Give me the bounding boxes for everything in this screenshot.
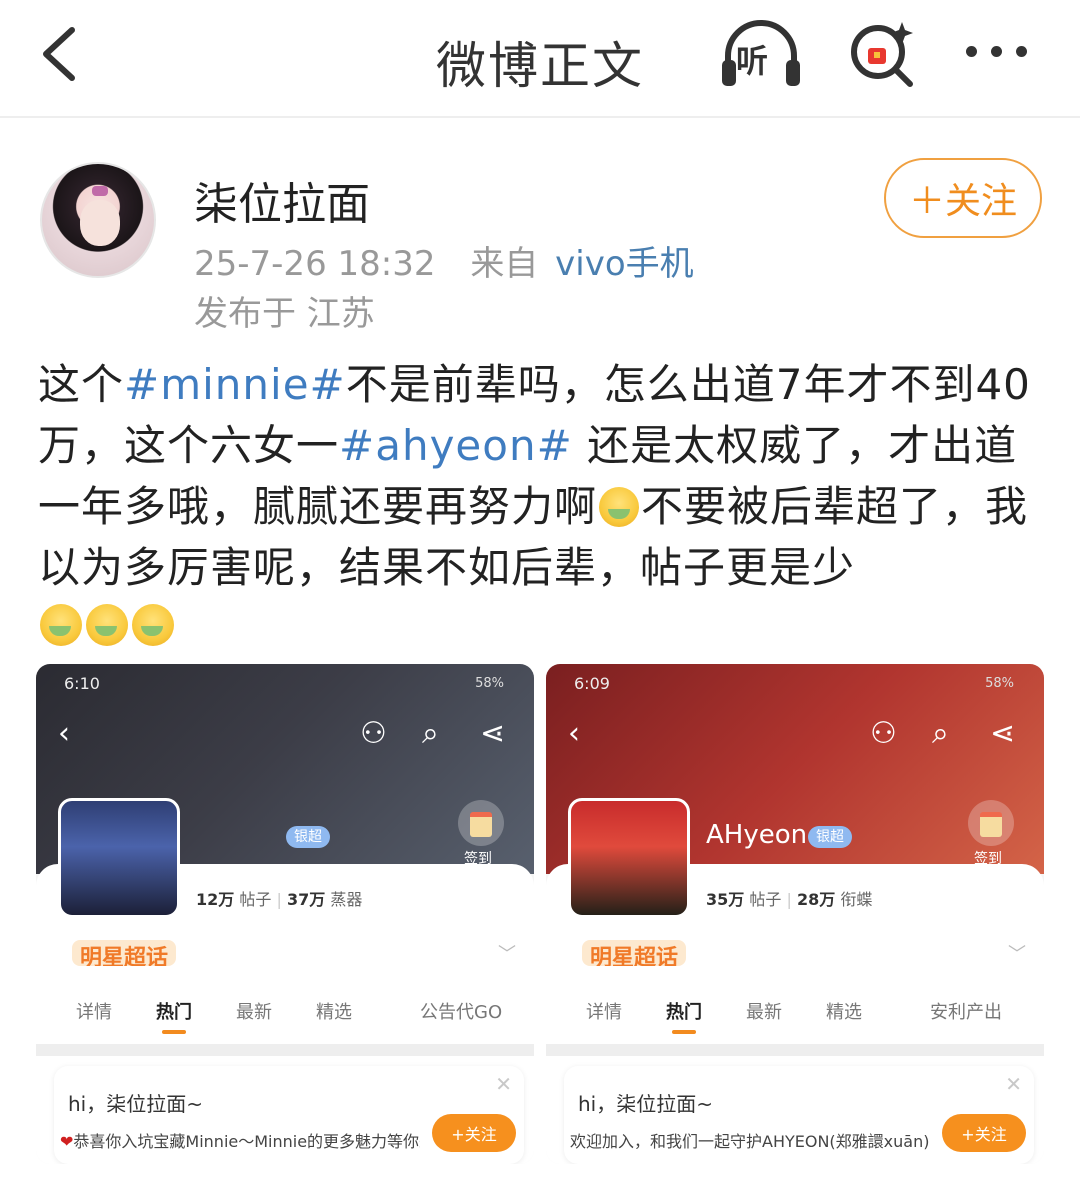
avatar-bow xyxy=(92,186,108,196)
chevron-left-icon: ‹ xyxy=(568,716,580,751)
fans-count: 28万 xyxy=(796,890,836,909)
status-time: 6:10 xyxy=(64,674,100,693)
tab-details: 详情 xyxy=(586,1002,622,1023)
notice-follow-button: +关注 xyxy=(432,1114,516,1152)
post-content: 这个#minnie#不是前辈吗，怎么出道7年才不到40万，这个六女一#ahyeo… xyxy=(38,354,1038,598)
share-icon: ⋖ xyxy=(480,716,506,751)
calendar-icon xyxy=(458,800,504,846)
tab-details: 详情 xyxy=(76,1002,112,1023)
tab-hot: 热门 xyxy=(156,998,192,1034)
supertopic-brand: 明星超话 xyxy=(72,940,177,966)
post-timestamp: 25-7-26 18:32 xyxy=(194,244,436,284)
posts-count: 35万 xyxy=(706,890,745,909)
welcome-notice: ✕ hi，柒位拉面~ ❤恭喜你入坑宝藏Minnie～Minnie的更多魅力等你来… xyxy=(54,1066,524,1164)
post-meta: 25-7-26 18:32 来自 vivo手机 xyxy=(194,236,694,285)
listen-button[interactable]: 听 xyxy=(718,16,804,90)
attached-image-1[interactable]: 6:10 58% ‹ ⚇ ⌕ ⋖ 银超 签到 12万 帖子 | 37万 蒸器 明… xyxy=(36,664,534,1164)
top-nav-bar: 微博正文 听 xyxy=(0,0,1080,118)
checkin-label: 签到 xyxy=(974,851,1002,867)
status-battery: 58% xyxy=(475,676,504,691)
posts-label: 帖子 xyxy=(749,890,782,909)
chevron-down-icon: ﹀ xyxy=(498,944,516,965)
supertopic-stats: 12万 帖子 | 37万 蒸器 xyxy=(196,890,363,909)
supertopic-brand: 明星超话 xyxy=(582,940,687,966)
dot-icon xyxy=(1016,46,1027,57)
tab-announcement: 公告代GO xyxy=(420,1002,503,1023)
more-options-button[interactable] xyxy=(962,34,1032,70)
checkin-label: 签到 xyxy=(464,851,492,867)
supertopic-avatar xyxy=(568,798,690,918)
tab-hot: 热门 xyxy=(666,998,702,1034)
level-badge: 银超 xyxy=(808,826,852,848)
author-username[interactable]: 柒位拉面 xyxy=(194,168,370,232)
notice-message: 欢迎加入，和我们一起守护AHYEON(郑雅譞xuān)吧！ xyxy=(570,1132,930,1151)
source-prefix: 来自 xyxy=(470,244,539,284)
supertopic-avatar xyxy=(58,798,180,918)
crying-face-emoji xyxy=(132,604,174,646)
supertopic-tabs: 详情 热门 最新 精选 公告代GO xyxy=(36,998,534,1038)
tab-latest: 最新 xyxy=(746,1002,782,1023)
author-avatar[interactable] xyxy=(40,162,156,278)
fans-count: 37万 xyxy=(286,890,326,909)
notice-greeting: hi，柒位拉面~ xyxy=(578,1092,713,1116)
chevron-left-icon: ‹ xyxy=(58,716,70,751)
follow-button[interactable]: ＋关注 xyxy=(884,158,1042,238)
close-icon: ✕ xyxy=(1005,1072,1022,1096)
notice-message: ❤恭喜你入坑宝藏Minnie～Minnie的更多魅力等你来发现！ xyxy=(60,1128,420,1152)
crying-face-emoji xyxy=(599,487,640,527)
avatar-face xyxy=(80,200,120,246)
post-location: 发布于 江苏 xyxy=(194,294,375,334)
tab-featured: 精选 xyxy=(826,1002,862,1023)
hashtag-link[interactable]: #minnie# xyxy=(124,360,346,409)
post-text-segment: 这个 xyxy=(38,360,125,409)
section-divider xyxy=(36,1044,534,1056)
emoji-row xyxy=(38,604,176,652)
calendar-icon xyxy=(968,800,1014,846)
notice-greeting: hi，柒位拉面~ xyxy=(68,1092,203,1116)
fans-label: 蒸器 xyxy=(330,890,363,909)
dot-icon xyxy=(966,46,977,57)
crying-face-emoji xyxy=(40,604,82,646)
search-sparkle-icon xyxy=(851,22,913,87)
section-divider xyxy=(546,1044,1044,1056)
posts-count: 12万 xyxy=(196,890,235,909)
search-button[interactable] xyxy=(846,16,920,90)
heart-icon: ❤ xyxy=(60,1132,74,1151)
people-icon: ⚇ xyxy=(360,716,387,751)
crying-face-emoji xyxy=(86,604,128,646)
tab-recommend: 安利产出 xyxy=(930,1002,1002,1023)
notice-follow-button: +关注 xyxy=(942,1114,1026,1152)
status-time: 6:09 xyxy=(574,674,610,693)
supertopic-tabs: 详情 热门 最新 精选 安利产出 xyxy=(546,998,1044,1038)
dot-icon xyxy=(991,46,1002,57)
tab-latest: 最新 xyxy=(236,1002,272,1023)
search-icon: ⌕ xyxy=(932,716,949,751)
notice-message-text: 恭喜你入坑宝藏Minnie～Minnie的更多魅力等你来发现！ xyxy=(73,1132,420,1151)
tab-featured: 精选 xyxy=(316,1002,352,1023)
fans-label: 衔蝶 xyxy=(840,890,873,909)
share-icon: ⋖ xyxy=(990,716,1016,751)
search-icon: ⌕ xyxy=(422,716,439,751)
posts-label: 帖子 xyxy=(239,890,272,909)
status-battery: 58% xyxy=(985,676,1014,691)
chevron-down-icon: ﹀ xyxy=(1008,944,1026,965)
attached-image-2[interactable]: 6:09 58% ‹ ⚇ ⌕ ⋖ AHyeon 银超 签到 35万 帖子 | 2… xyxy=(546,664,1044,1164)
source-device-link[interactable]: vivo手机 xyxy=(555,244,694,284)
welcome-notice: ✕ hi，柒位拉面~ 欢迎加入，和我们一起守护AHYEON(郑雅譞xuān)吧！… xyxy=(564,1066,1034,1164)
people-icon: ⚇ xyxy=(870,716,897,751)
listen-label: 听 xyxy=(736,42,769,80)
close-icon: ✕ xyxy=(495,1072,512,1096)
supertopic-name: AHyeon xyxy=(706,820,808,850)
level-badge: 银超 xyxy=(286,826,330,848)
hashtag-link[interactable]: #ahyeon# xyxy=(339,421,573,470)
supertopic-stats: 35万 帖子 | 28万 衔蝶 xyxy=(706,890,873,909)
